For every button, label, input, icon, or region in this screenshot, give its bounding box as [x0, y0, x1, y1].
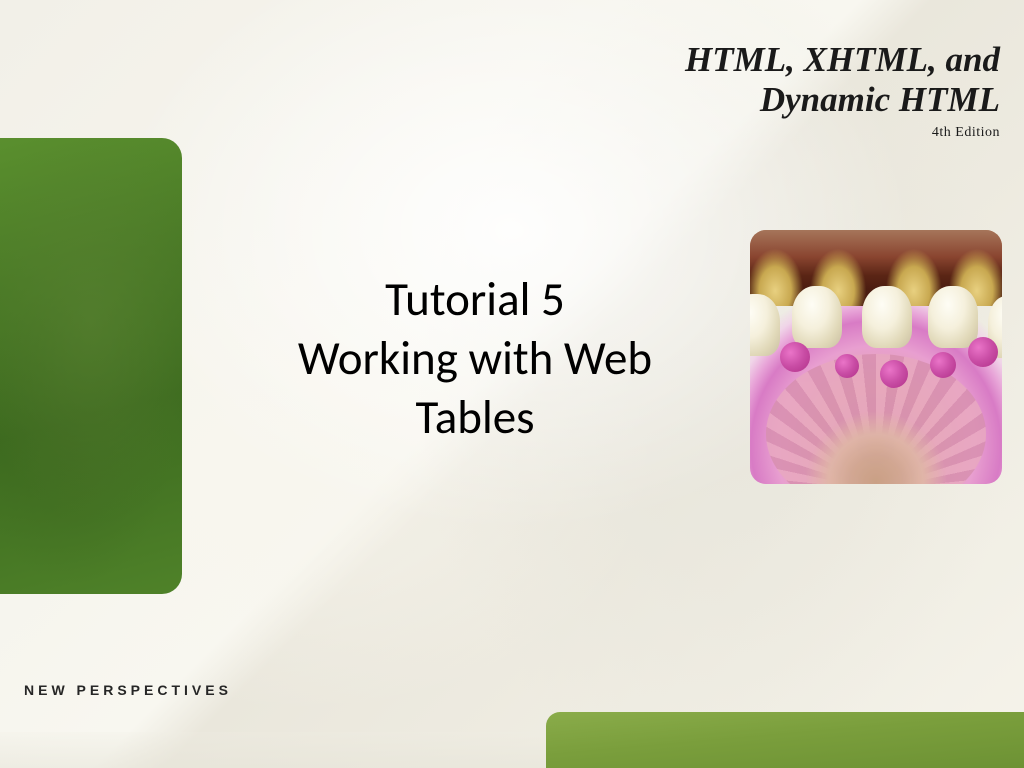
decorative-green-left-panel [0, 138, 182, 594]
pink-dot [880, 360, 908, 388]
decorative-kaleidoscope-image [750, 230, 1002, 484]
pink-dot [780, 342, 810, 372]
book-title: HTML, XHTML, and Dynamic HTML [685, 40, 1000, 121]
book-title-line-2: Dynamic HTML [760, 80, 1000, 119]
brand-tagline: NEW PERSPECTIVES [24, 682, 232, 698]
slide-title: Tutorial 5 Working with Web Tables [210, 270, 740, 446]
slide-title-line-3: Tables [416, 388, 535, 446]
book-title-line-1: HTML, XHTML, and [685, 40, 1000, 79]
slide-title-line-1: Tutorial 5 [385, 270, 565, 328]
pink-dot [835, 354, 859, 378]
pink-dot [968, 337, 998, 367]
book-title-block: HTML, XHTML, and Dynamic HTML 4th Editio… [685, 40, 1000, 141]
pink-dot-row [750, 332, 1002, 408]
book-edition: 4th Edition [685, 125, 1000, 141]
slide-title-line-2: Working with Web [298, 329, 652, 387]
decorative-green-bottom-bar [546, 712, 1024, 768]
pink-dot [930, 352, 956, 378]
